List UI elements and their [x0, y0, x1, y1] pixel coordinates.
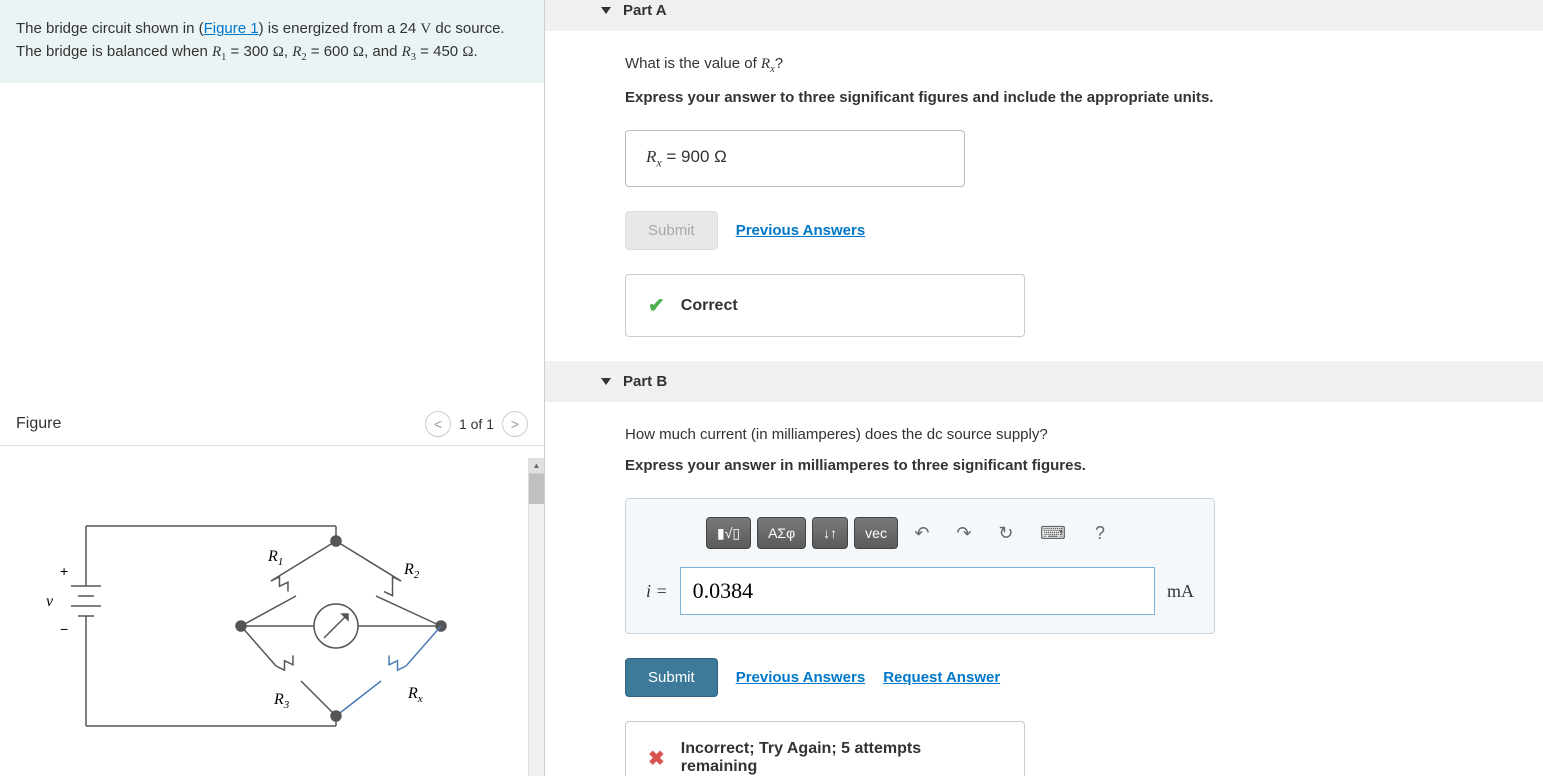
svg-text:−: −	[60, 621, 68, 637]
part-b-submit-button[interactable]: Submit	[625, 658, 718, 697]
undo-button[interactable]: ↶	[904, 517, 940, 549]
part-a-submit-button[interactable]: Submit	[625, 211, 718, 250]
equation-editor: ▮√▯ ΑΣφ ↓↑ vec ↶ ↷ ↻ ⌨ ? i = mA	[625, 498, 1215, 634]
part-a-previous-answers-link[interactable]: Previous Answers	[736, 222, 866, 239]
part-a-feedback-text: Correct	[681, 297, 738, 315]
updown-button[interactable]: ↓↑	[812, 517, 848, 549]
part-b-feedback-text: Incorrect; Try Again; 5 attempts remaini…	[681, 740, 1002, 776]
part-a-instruction: Express your answer to three significant…	[625, 89, 1503, 106]
part-b-instruction: Express your answer in milliamperes to t…	[625, 457, 1503, 474]
part-a-question: What is the value of Rx?	[625, 55, 1503, 75]
svg-text:+: +	[60, 563, 68, 579]
figure-next-button[interactable]: >	[502, 411, 528, 437]
figure-header: Figure < 1 of 1 >	[0, 403, 544, 446]
svg-text:R3: R3	[273, 691, 290, 711]
figure-image: + v − R1 R2 R3 Rx	[0, 446, 544, 769]
right-panel: Part A What is the value of Rx? Express …	[545, 0, 1543, 776]
redo-button[interactable]: ↷	[946, 517, 982, 549]
svg-text:R2: R2	[403, 561, 420, 581]
keyboard-button[interactable]: ⌨	[1030, 517, 1076, 549]
template-button[interactable]: ▮√▯	[706, 517, 751, 549]
part-b-input-label: i =	[646, 581, 668, 602]
part-b-previous-answers-link[interactable]: Previous Answers	[736, 669, 866, 686]
figure-link[interactable]: Figure 1	[204, 20, 259, 37]
reset-button[interactable]: ↻	[988, 517, 1024, 549]
vec-button[interactable]: vec	[854, 517, 898, 549]
caret-down-icon	[601, 378, 611, 385]
checkmark-icon: ✔	[648, 293, 665, 318]
part-b-body: How much current (in milliamperes) does …	[585, 402, 1503, 776]
part-b-unit: mA	[1167, 581, 1194, 602]
part-b-request-answer-link[interactable]: Request Answer	[883, 669, 1000, 686]
xmark-icon: ✖	[648, 746, 665, 771]
part-b-header[interactable]: Part B	[545, 361, 1543, 402]
part-a-feedback: ✔ Correct	[625, 274, 1025, 337]
left-panel: The bridge circuit shown in (Figure 1) i…	[0, 0, 545, 776]
figure-prev-button[interactable]: <	[425, 411, 451, 437]
part-b-feedback: ✖ Incorrect; Try Again; 5 attempts remai…	[625, 721, 1025, 776]
equation-toolbar: ▮√▯ ΑΣφ ↓↑ vec ↶ ↷ ↻ ⌨ ?	[706, 517, 1194, 549]
figure-nav: < 1 of 1 >	[425, 411, 528, 437]
greek-button[interactable]: ΑΣφ	[757, 517, 806, 549]
svg-text:Rx: Rx	[407, 685, 423, 705]
part-a-answer-box: Rx = 900 Ω	[625, 130, 965, 187]
help-button[interactable]: ?	[1082, 517, 1118, 549]
part-b-question: How much current (in milliamperes) does …	[625, 426, 1503, 443]
part-b-title: Part B	[623, 373, 667, 390]
svg-text:R1: R1	[267, 548, 283, 568]
circuit-diagram: + v − R1 R2 R3 Rx	[16, 466, 476, 746]
figure-section: Figure < 1 of 1 >	[0, 403, 544, 769]
figure-title: Figure	[16, 415, 61, 433]
figure-scrollbar[interactable]: ▲	[528, 458, 544, 776]
part-a-body: What is the value of Rx? Express your an…	[585, 31, 1503, 361]
caret-down-icon	[601, 7, 611, 14]
svg-text:v: v	[46, 593, 54, 610]
part-b-answer-input[interactable]	[680, 567, 1155, 615]
problem-statement: The bridge circuit shown in (Figure 1) i…	[0, 0, 544, 83]
part-a-header[interactable]: Part A	[545, 0, 1543, 31]
figure-count: 1 of 1	[459, 416, 494, 432]
part-a-title: Part A	[623, 2, 667, 19]
